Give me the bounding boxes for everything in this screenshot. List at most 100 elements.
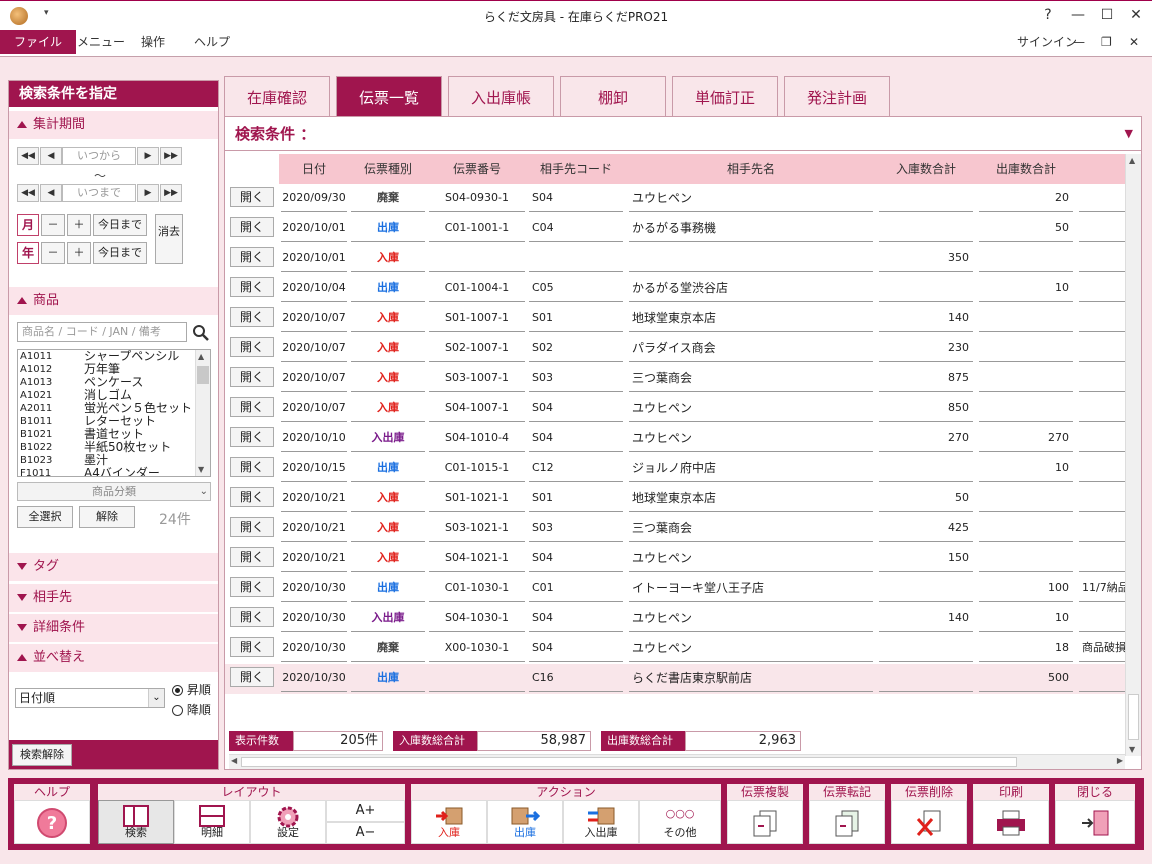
help-button[interactable]: ? [14, 800, 90, 844]
month-plus-button[interactable]: ＋ [67, 214, 91, 236]
open-button[interactable]: 開く [230, 277, 274, 297]
tab-inout-book[interactable]: 入出庫帳 [448, 76, 554, 116]
search-icon[interactable] [192, 324, 210, 342]
layout-search-button[interactable]: 検索 [98, 800, 174, 844]
section-partner-header[interactable]: 相手先 [9, 584, 218, 612]
release-button[interactable]: 解除 [79, 506, 135, 528]
product-list-scrollbar[interactable]: ▲ ▼ [195, 350, 210, 476]
open-button[interactable]: 開く [230, 397, 274, 417]
from-prev-button[interactable]: ◀ [40, 147, 62, 165]
sub-close-button[interactable]: ✕ [1129, 30, 1139, 54]
action-in-button[interactable]: 入庫 [411, 800, 487, 844]
table-row[interactable]: 開く 2020/09/30 廃棄 S04-0930-1 S04 ユウヒペン 20 [225, 184, 1125, 214]
action-inout-button[interactable]: 入出庫 [563, 800, 639, 844]
search-conditions-bar[interactable]: 検索条件 ： ▼ [225, 117, 1141, 151]
table-row[interactable]: 開く 2020/10/21 入庫 S04-1021-1 S04 ユウヒペン 150 [225, 544, 1125, 574]
layout-detail-button[interactable]: 明細 [174, 800, 250, 844]
table-row[interactable]: 開く 2020/10/07 入庫 S04-1007-1 S04 ユウヒペン 850 [225, 394, 1125, 424]
table-row[interactable]: 開く 2020/10/15 出庫 C01-1015-1 C12 ジョルノ府中店 10 [225, 454, 1125, 484]
font-larger-button[interactable]: A+ [326, 800, 405, 822]
close-button[interactable] [1055, 800, 1135, 844]
table-horizontal-scrollbar[interactable]: ◀ ▶ [229, 754, 1125, 769]
to-date-input[interactable]: いつまで [62, 184, 136, 202]
h-scroll-thumb[interactable] [241, 757, 1017, 767]
table-row[interactable]: 開く 2020/10/30 入出庫 S04-1030-1 S04 ユウヒペン 140 10 [225, 604, 1125, 634]
font-smaller-button[interactable]: A− [326, 822, 405, 844]
from-date-input[interactable]: いつから [62, 147, 136, 165]
year-minus-button[interactable]: － [41, 242, 65, 264]
open-button[interactable]: 開く [230, 187, 274, 207]
table-row[interactable]: 開く 2020/10/10 入出庫 S04-1010-4 S04 ユウヒペン 270 270 [225, 424, 1125, 454]
table-row[interactable]: 開く 2020/10/07 入庫 S03-1007-1 S03 三つ葉商会 875 [225, 364, 1125, 394]
to-next-button[interactable]: ▶ [137, 184, 159, 202]
to-next-next-button[interactable]: ▶▶ [160, 184, 182, 202]
col-header-partner-code[interactable]: 相手先コード [529, 154, 623, 184]
scroll-up-icon[interactable]: ▲ [1129, 156, 1135, 165]
sort-select[interactable]: 日付順 ⌄ [15, 688, 165, 708]
open-button[interactable]: 開く [230, 637, 274, 657]
table-row[interactable]: 開く 2020/10/07 入庫 S01-1007-1 S01 地球堂東京本店 140 [225, 304, 1125, 334]
section-tag-header[interactable]: タグ [9, 553, 218, 581]
table-row[interactable]: 開く 2020/10/01 入庫 350 [225, 244, 1125, 274]
menu-help[interactable]: ヘルプ [180, 30, 244, 54]
col-header-out-total[interactable]: 出庫数合計 [979, 154, 1073, 184]
col-header-number[interactable]: 伝票番号 [429, 154, 525, 184]
table-row[interactable]: 開く 2020/10/21 入庫 S03-1021-1 S03 三つ葉商会 425 [225, 514, 1125, 544]
select-all-button[interactable]: 全選択 [17, 506, 73, 528]
tab-slip-list[interactable]: 伝票一覧 [336, 76, 442, 116]
col-header-date[interactable]: 日付 [281, 154, 347, 184]
open-button[interactable]: 開く [230, 337, 274, 357]
signin-link[interactable]: サインイン [1017, 30, 1077, 54]
section-detail-header[interactable]: 詳細条件 [9, 614, 218, 642]
col-header-in-total[interactable]: 入庫数合計 [879, 154, 973, 184]
section-product-header[interactable]: 商品 [9, 287, 218, 315]
open-button[interactable]: 開く [230, 367, 274, 387]
col-header-partner-name[interactable]: 相手先名 [629, 154, 873, 184]
col-header-type[interactable]: 伝票種別 [351, 154, 425, 184]
period-clear-button[interactable]: 消去 [155, 214, 183, 264]
month-minus-button[interactable]: － [41, 214, 65, 236]
to-prev-button[interactable]: ◀ [40, 184, 62, 202]
action-out-button[interactable]: 出庫 [487, 800, 563, 844]
print-button[interactable] [973, 800, 1049, 844]
open-button[interactable]: 開く [230, 667, 274, 687]
product-search-input[interactable]: 商品名 / コード / JAN / 備考 [17, 322, 187, 342]
month-today-button[interactable]: 今日まで [93, 214, 147, 236]
tab-order-plan[interactable]: 発注計画 [784, 76, 890, 116]
to-prev-prev-button[interactable]: ◀◀ [17, 184, 39, 202]
open-button[interactable]: 開く [230, 517, 274, 537]
table-row[interactable]: 開く 2020/10/04 出庫 C01-1004-1 C05 かるがる堂渋谷店 10 [225, 274, 1125, 304]
open-button[interactable]: 開く [230, 547, 274, 567]
section-period-header[interactable]: 集計期間 [9, 111, 218, 139]
slip-transfer-button[interactable] [809, 800, 885, 844]
scroll-up-icon[interactable]: ▲ [198, 352, 204, 361]
year-today-button[interactable]: 今日まで [93, 242, 147, 264]
slip-copy-button[interactable] [727, 800, 803, 844]
expand-down-icon[interactable]: ▼ [1125, 117, 1133, 151]
open-button[interactable]: 開く [230, 457, 274, 477]
table-row[interactable]: 開く 2020/10/30 出庫 C16 らくだ書店東京駅前店 500 [225, 664, 1125, 694]
table-row[interactable]: 開く 2020/10/30 出庫 C01-1030-1 C01 イトーヨーキ堂八王子店 10… [225, 574, 1125, 604]
scroll-right-icon[interactable]: ▶ [1117, 756, 1123, 765]
from-next-button[interactable]: ▶ [137, 147, 159, 165]
clear-search-button[interactable]: 検索解除 [12, 744, 72, 766]
layout-settings-button[interactable]: 設定 [250, 800, 326, 844]
close-window-button[interactable]: ✕ [1126, 7, 1146, 23]
product-category-select[interactable]: 商品分類 ⌄ [17, 482, 211, 501]
sort-asc-radio[interactable]: 昇順 [172, 681, 211, 698]
help-question-button[interactable]: ? [1038, 7, 1058, 23]
from-prev-prev-button[interactable]: ◀◀ [17, 147, 39, 165]
open-button[interactable]: 開く [230, 577, 274, 597]
scroll-thumb[interactable] [197, 366, 209, 384]
open-button[interactable]: 開く [230, 607, 274, 627]
scroll-thumb[interactable] [1128, 694, 1139, 740]
table-row[interactable]: 開く 2020/10/07 入庫 S02-1007-1 S02 パラダイス商会 230 [225, 334, 1125, 364]
open-button[interactable]: 開く [230, 307, 274, 327]
tab-stock-check[interactable]: 在庫確認 [224, 76, 330, 116]
maximize-button[interactable]: ☐ [1097, 7, 1117, 23]
menu-operation[interactable]: 操作 [127, 30, 179, 54]
open-button[interactable]: 開く [230, 247, 274, 267]
tab-price-correction[interactable]: 単価訂正 [672, 76, 778, 116]
scroll-down-icon[interactable]: ▼ [198, 465, 204, 474]
from-next-next-button[interactable]: ▶▶ [160, 147, 182, 165]
